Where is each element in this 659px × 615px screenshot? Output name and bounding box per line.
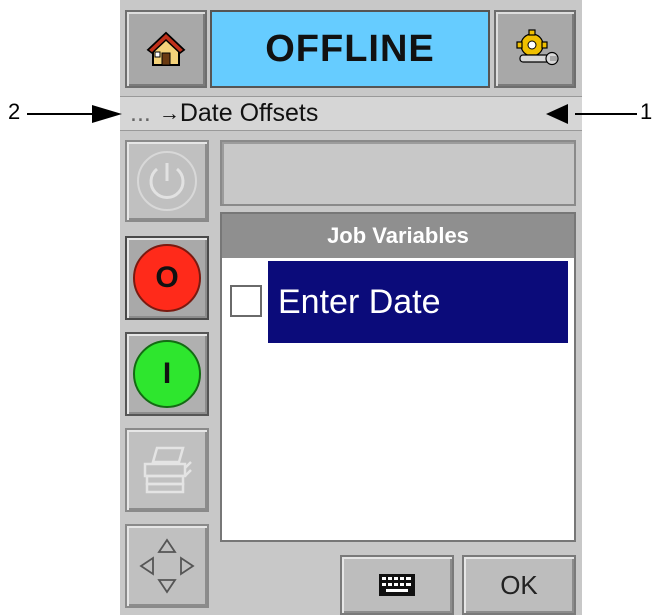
callout-label-2: 2 xyxy=(8,99,21,124)
list-item-label: Enter Date xyxy=(278,282,441,321)
stop-indicator: O xyxy=(133,244,201,312)
back-arrow-icon[interactable] xyxy=(546,104,568,124)
home-icon xyxy=(146,31,186,66)
breadcrumb-title: Date Offsets xyxy=(179,99,319,127)
keyboard-icon xyxy=(379,574,415,596)
enter-date-checkbox[interactable] xyxy=(230,285,262,317)
stop-label: O xyxy=(155,261,179,294)
callout-line-1 xyxy=(575,113,637,115)
breadcrumb-ellipsis[interactable]: ... xyxy=(130,99,151,128)
start-indicator: I xyxy=(133,340,201,408)
settings-button[interactable] xyxy=(494,10,576,88)
power-button[interactable] xyxy=(125,140,209,222)
list-item-enter-date[interactable]: Enter Date xyxy=(268,261,568,343)
job-variables-panel: Job Variables Enter Date xyxy=(220,212,576,542)
start-label: I xyxy=(162,357,172,390)
power-icon xyxy=(137,151,197,211)
settings-gear-wrench-icon xyxy=(516,29,559,66)
callout-arrowhead-2 xyxy=(92,105,122,123)
breadcrumb-arrow: → xyxy=(158,101,180,125)
status-text: OFFLINE xyxy=(265,27,435,70)
ok-button[interactable]: OK xyxy=(462,555,576,615)
panel-header: Job Variables xyxy=(222,214,574,258)
callout-line-2 xyxy=(27,113,97,115)
print-button[interactable] xyxy=(125,428,209,512)
printer-icon xyxy=(143,446,192,494)
message-bar xyxy=(220,140,576,206)
breadcrumb: ... → Date Offsets xyxy=(120,96,582,131)
home-button[interactable] xyxy=(125,10,207,88)
stop-button[interactable]: O xyxy=(125,236,209,320)
panel-title: Job Variables xyxy=(327,223,469,248)
navigate-button[interactable] xyxy=(125,524,209,608)
arrows-icon xyxy=(139,538,195,594)
status-indicator: OFFLINE xyxy=(210,10,490,88)
start-button[interactable]: I xyxy=(125,332,209,416)
ok-label: OK xyxy=(500,569,538,600)
callout-label-1: 1 xyxy=(640,99,653,124)
keyboard-button[interactable] xyxy=(340,555,454,615)
